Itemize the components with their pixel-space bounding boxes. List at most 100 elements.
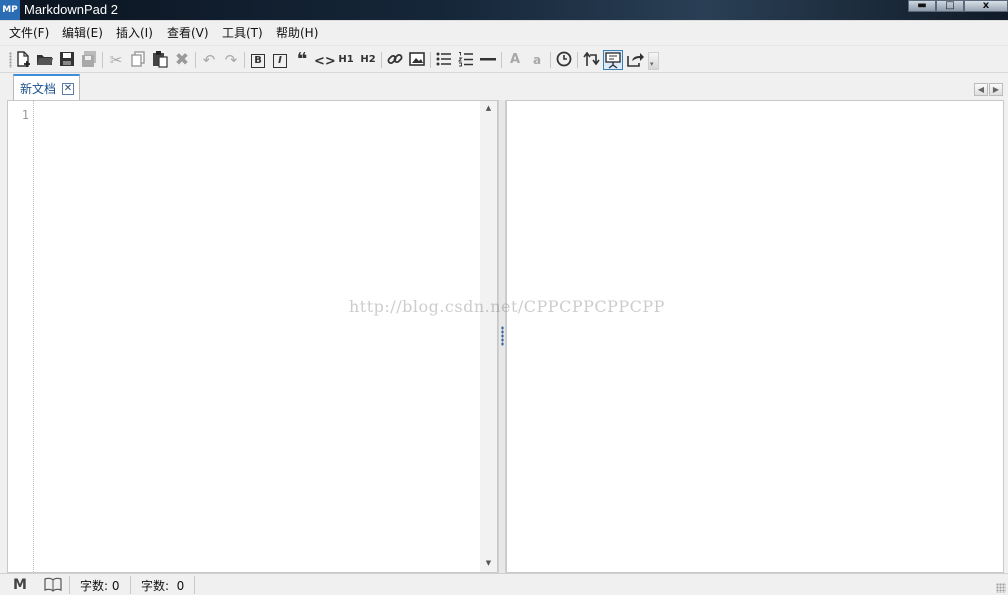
menu-insert[interactable]: 插入(I) [116,26,153,40]
tab-new-document[interactable]: 新文档 ✕ [13,74,80,101]
app-logo-icon: MP [0,0,20,20]
undo-icon: ↶ [202,51,216,69]
cut-icon: ✂ [109,51,123,69]
menu-file[interactable]: 文件(F) [9,26,49,40]
save-icon [60,52,74,66]
delete-icon: ✖ [174,50,190,70]
splitter-grip[interactable] [501,326,504,346]
new-file-button[interactable] [13,50,33,70]
lowercase-button[interactable]: a [527,50,547,70]
title-bar: MP MarkdownPad 2 ▬ □ x [0,0,1008,20]
minimize-button[interactable]: ▬ [908,0,936,12]
export-button[interactable] [625,50,645,70]
toolbar-grip[interactable] [9,52,12,68]
redo-icon: ↷ [224,51,238,69]
save-all-button[interactable] [79,50,99,70]
toolbar-separator [501,52,502,68]
delete-button[interactable]: ✖ [172,50,192,70]
status-separator [194,576,195,594]
code-icon: <> [314,54,336,69]
window-title: MarkdownPad 2 [24,2,118,17]
toolbar-separator [244,52,245,68]
unordered-list-button[interactable] [434,50,454,70]
tab-scroll-right-button[interactable]: ▶ [989,83,1003,96]
resize-grip[interactable] [996,583,1006,593]
line-number-gutter: 1 [8,101,34,572]
markdown-logo-icon[interactable]: M [13,576,27,594]
h1-icon: H1 [338,54,354,65]
menu-edit[interactable]: 编辑(E) [62,26,103,40]
ordered-list-button[interactable] [456,50,476,70]
uppercase-button[interactable]: A [505,50,525,70]
italic-button[interactable]: I [270,50,290,70]
open-button[interactable] [35,50,55,70]
close-icon: x [982,0,990,11]
horizontal-rule-button[interactable] [478,50,498,70]
h2-button[interactable]: H2 [358,50,378,70]
scroll-up-icon: ▲ [485,104,492,112]
tab-close-button[interactable]: ✕ [62,83,74,95]
toolbar-overflow-button[interactable]: ▾ [648,52,659,70]
ordered-list-icon [458,52,473,67]
cut-button[interactable]: ✂ [106,50,126,70]
char-count: 字数: 0 [141,579,185,593]
chevron-down-icon: ▾ [650,60,654,68]
timestamp-button[interactable] [554,50,574,70]
link-button[interactable] [385,50,405,70]
horizontal-rule-icon [480,58,496,61]
menu-help[interactable]: 帮助(H) [276,26,318,40]
maximize-button[interactable]: □ [936,0,964,12]
uppercase-icon: A [509,52,521,67]
lowercase-icon: a [532,53,542,67]
h1-button[interactable]: H1 [336,50,356,70]
book-icon[interactable] [44,576,62,595]
toolbar-separator [577,52,578,68]
toolbar: ✂ ✖ ↶ ↷ B I ❝ <> H1 H2 A a ▾ [0,45,1008,73]
editor-scrollbar[interactable]: ▲ ▼ [480,101,497,572]
menu-tools[interactable]: 工具(T) [222,26,263,40]
save-button[interactable] [57,50,77,70]
scroll-down-button[interactable]: ▼ [480,556,497,570]
toolbar-separator [381,52,382,68]
toolbar-separator [550,52,551,68]
status-separator [130,576,131,594]
timestamp-icon [556,51,572,67]
italic-icon: I [273,54,287,68]
sync-scroll-icon [583,51,600,66]
code-button[interactable]: <> [314,50,336,70]
toolbar-separator [102,52,103,68]
line-number: 1 [21,108,29,122]
h2-icon: H2 [360,54,376,65]
pane-splitter[interactable] [498,100,506,573]
scroll-down-icon: ▼ [485,559,492,567]
tab-nav: ◀ ▶ [974,83,1003,96]
image-button[interactable] [407,50,427,70]
quote-button[interactable]: ❝ [292,50,312,70]
image-icon [409,52,425,66]
bold-button[interactable]: B [248,50,268,70]
bold-icon: B [251,54,265,68]
window-controls: ▬ □ x [908,0,1008,12]
status-bar: M 字数: 0 字数: 0 [0,573,1008,595]
open-folder-icon [37,55,53,65]
redo-button[interactable]: ↷ [221,50,241,70]
unordered-list-icon [436,52,451,66]
live-preview-icon [605,52,621,69]
tab-label: 新文档 [20,82,57,96]
undo-button[interactable]: ↶ [199,50,219,70]
markdown-editor[interactable]: 1 ▲ ▼ [7,100,498,573]
copy-button[interactable] [128,50,148,70]
minimize-icon: ▬ [917,0,927,11]
chevron-left-icon: ◀ [977,85,985,94]
menu-view[interactable]: 查看(V) [167,26,209,40]
close-button[interactable]: x [964,0,1008,12]
paste-button[interactable] [150,50,170,70]
live-preview-button[interactable] [603,50,623,70]
scroll-up-button[interactable]: ▲ [480,101,497,115]
toolbar-separator [430,52,431,68]
tab-scroll-left-button[interactable]: ◀ [974,83,988,96]
quote-icon: ❝ [296,49,308,70]
word-count: 字数: 0 [80,579,120,593]
link-icon [387,54,403,64]
sync-scroll-button[interactable] [581,50,601,70]
